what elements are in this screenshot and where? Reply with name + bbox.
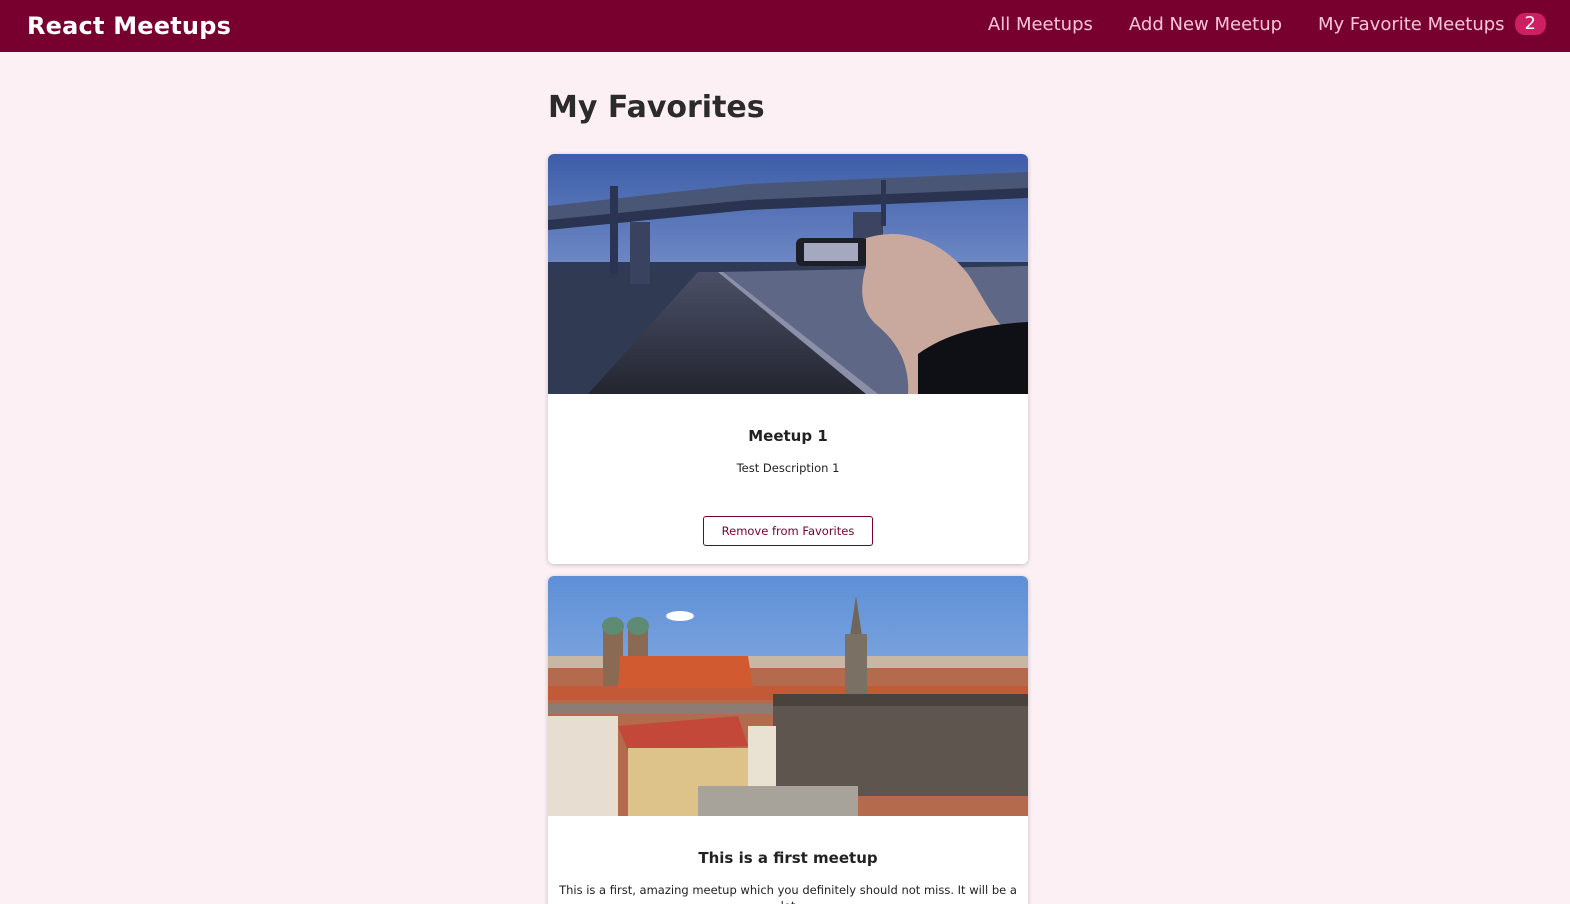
meetup-card: Meetup 1 Test Description 1 Remove from … xyxy=(548,154,1028,564)
main-content: My Favorites Meetup 1 Test Description 1… xyxy=(548,52,1028,904)
remove-from-favorites-button[interactable]: Remove from Favorites xyxy=(702,516,874,546)
meetup-title: Meetup 1 xyxy=(748,427,828,445)
meetup-title: This is a first meetup xyxy=(698,849,878,867)
meetup-image xyxy=(548,154,1028,394)
favorites-count-badge: 2 xyxy=(1514,13,1546,35)
meetup-image xyxy=(548,576,1028,816)
nav-add-new-meetup[interactable]: Add New Meetup xyxy=(1129,14,1282,35)
main-nav: All Meetups Add New Meetup My Favorite M… xyxy=(988,13,1546,35)
road-bridge-photo xyxy=(548,154,1028,394)
nav-all-meetups-label: All Meetups xyxy=(987,13,1093,35)
app-logo[interactable]: React Meetups xyxy=(27,12,231,40)
meetup-card-actions: Remove from Favorites xyxy=(548,476,1028,564)
city-aerial-photo xyxy=(548,576,1028,816)
nav-favorites-label: My Favorite Meetups xyxy=(1318,13,1505,35)
page-title: My Favorites xyxy=(548,90,765,125)
meetup-card: This is a first meetup This is a first, … xyxy=(548,576,1028,904)
main-header: React Meetups All Meetups Add New Meetup… xyxy=(0,0,1570,52)
meetup-description: This is a first, amazing meetup which yo… xyxy=(559,883,1017,904)
meetup-description: Test Description 1 xyxy=(736,461,840,475)
nav-add-new-meetup-label: Add New Meetup xyxy=(1128,13,1283,35)
nav-favorites[interactable]: My Favorite Meetups 2 xyxy=(1318,13,1546,35)
meetup-card-content: This is a first meetup This is a first, … xyxy=(548,816,1028,904)
meetup-card-content: Meetup 1 Test Description 1 xyxy=(548,394,1028,476)
nav-all-meetups[interactable]: All Meetups xyxy=(988,14,1093,35)
